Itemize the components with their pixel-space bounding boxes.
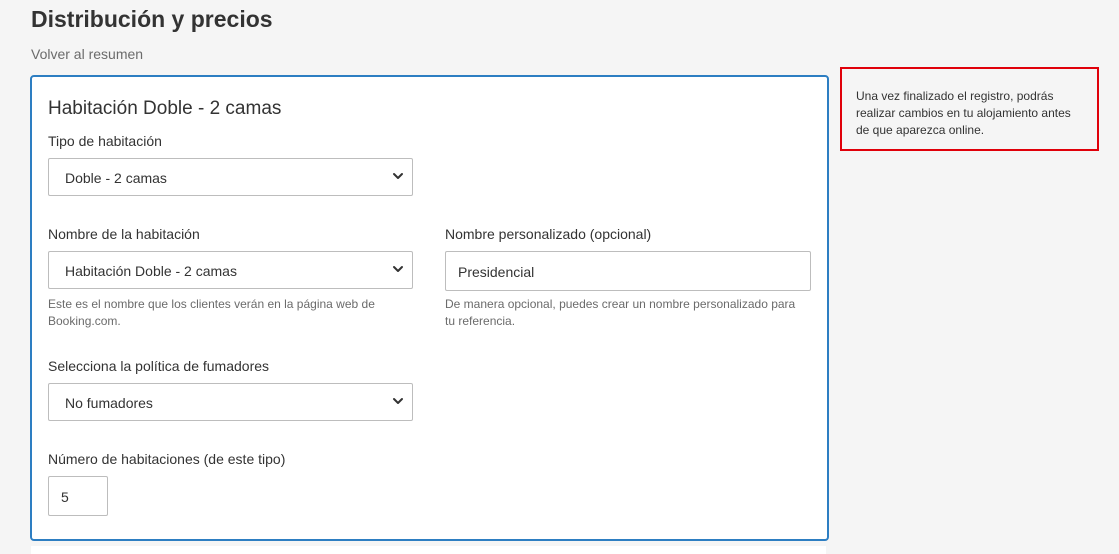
- page: Distribución y precios Volver al resumen…: [0, 0, 1119, 554]
- chevron-down-icon: [393, 266, 403, 272]
- info-box: Una vez finalizado el registro, podrás r…: [840, 67, 1099, 151]
- next-card-edge: [31, 546, 826, 554]
- info-text: Una vez finalizado el registro, podrás r…: [856, 89, 1071, 137]
- room-name-value: Habitación Doble - 2 camas: [65, 263, 237, 279]
- room-name-select[interactable]: Habitación Doble - 2 camas: [48, 251, 413, 289]
- room-type-select[interactable]: Doble - 2 camas: [48, 158, 413, 196]
- custom-name-label: Nombre personalizado (opcional): [445, 226, 652, 242]
- chevron-down-icon: [393, 173, 403, 179]
- room-name-help: Este es el nombre que los clientes verán…: [48, 297, 375, 328]
- room-count-label: Número de habitaciones (de este tipo): [48, 451, 286, 467]
- chevron-down-icon: [393, 398, 403, 404]
- smoking-policy-select[interactable]: No fumadores: [48, 383, 413, 421]
- smoking-policy-label: Selecciona la política de fumadores: [48, 358, 270, 374]
- room-card: Habitación Doble - 2 camas Tipo de habit…: [30, 75, 829, 541]
- room-count-value: 5: [61, 489, 69, 505]
- back-to-summary-link[interactable]: Volver al resumen: [31, 45, 143, 63]
- page-title: Distribución y precios: [31, 6, 273, 32]
- smoking-policy-value: No fumadores: [65, 395, 153, 411]
- custom-name-value: Presidencial: [458, 264, 535, 280]
- custom-name-help: De manera opcional, puedes crear un nomb…: [445, 297, 796, 328]
- room-count-input[interactable]: 5: [48, 476, 108, 516]
- room-name-label: Nombre de la habitación: [48, 226, 200, 242]
- room-title: Habitación Doble - 2 camas: [48, 98, 282, 119]
- room-type-value: Doble - 2 camas: [65, 170, 167, 186]
- custom-name-input[interactable]: Presidencial: [445, 251, 811, 291]
- room-type-label: Tipo de habitación: [48, 133, 162, 149]
